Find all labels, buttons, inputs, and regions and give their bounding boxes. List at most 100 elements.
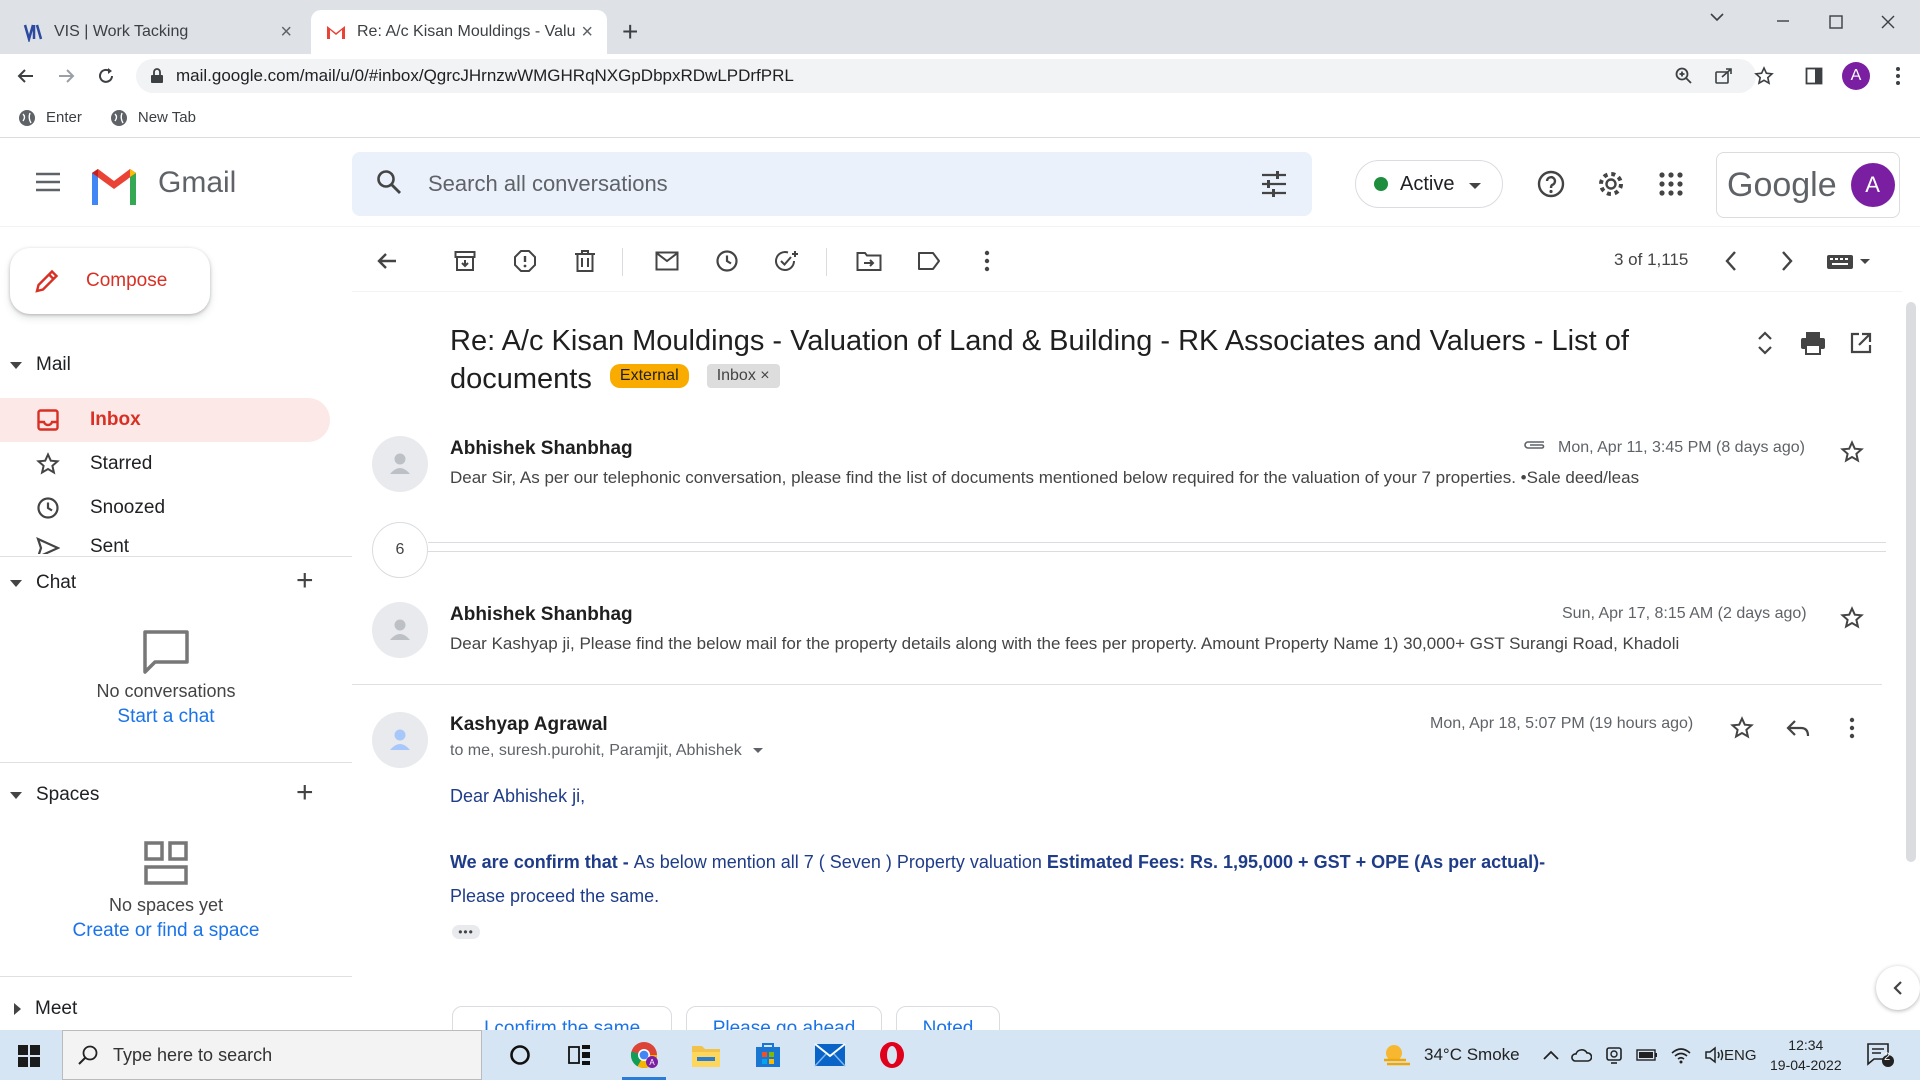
windows-start-icon[interactable] xyxy=(18,1045,40,1072)
input-language[interactable]: ENG xyxy=(1724,1030,1757,1080)
tab-gmail-thread[interactable]: Re: A/c Kisan Mouldings - Valuation of L… xyxy=(311,10,607,54)
new-space-plus-icon[interactable]: + xyxy=(296,776,322,810)
globe-icon xyxy=(19,109,35,126)
star-icon[interactable] xyxy=(1838,438,1866,466)
sidebar-item-starred[interactable]: Starred xyxy=(0,442,330,486)
label-tag-icon[interactable] xyxy=(916,248,942,274)
expand-all-icon[interactable] xyxy=(1750,328,1780,358)
status-dropdown[interactable]: Active xyxy=(1355,160,1503,208)
search-input[interactable]: Search all conversations xyxy=(428,171,668,197)
sender-name[interactable]: Kashyap Agrawal xyxy=(450,714,608,736)
more-options-icon[interactable] xyxy=(974,248,1000,274)
show-hidden-icons-chevron[interactable] xyxy=(1542,1030,1560,1080)
main-scrollbar[interactable] xyxy=(1902,292,1920,1030)
battery-icon[interactable] xyxy=(1636,1049,1658,1061)
compose-button[interactable]: Compose xyxy=(10,248,210,314)
print-icon[interactable] xyxy=(1798,328,1828,358)
bookmark-star-icon[interactable] xyxy=(1750,62,1778,90)
settings-gear-icon[interactable] xyxy=(1596,169,1626,199)
notification-center-icon[interactable]: 2 xyxy=(1866,1030,1894,1080)
volume-speaker-icon[interactable] xyxy=(1704,1046,1726,1064)
mail-app-icon[interactable] xyxy=(814,1039,846,1071)
minimize-icon[interactable] xyxy=(1774,10,1792,36)
reply-arrow-icon[interactable] xyxy=(1784,714,1812,742)
chevron-down-icon[interactable] xyxy=(1708,6,1726,32)
apps-grid-icon[interactable] xyxy=(1656,169,1686,199)
archive-icon[interactable] xyxy=(452,248,478,274)
opera-browser-icon[interactable] xyxy=(876,1039,908,1071)
input-tools-keyboard-icon[interactable] xyxy=(1824,248,1876,274)
meet-section-header[interactable]: Meet xyxy=(10,994,77,1024)
side-panel-icon[interactable] xyxy=(1800,62,1828,90)
mark-unread-mail-icon[interactable] xyxy=(654,248,680,274)
help-icon[interactable] xyxy=(1536,169,1566,199)
back-arrow-icon[interactable] xyxy=(12,62,40,90)
smart-reply-button[interactable]: I confirm the same xyxy=(452,1006,672,1030)
back-to-inbox-icon[interactable] xyxy=(374,248,400,274)
kebab-menu-icon[interactable] xyxy=(1884,62,1912,90)
show-trimmed-content-button[interactable]: ••• xyxy=(452,925,480,939)
file-explorer-icon[interactable] xyxy=(690,1039,722,1071)
url-omnibox[interactable]: mail.google.com/mail/u/0/#inbox/QgrcJHrn… xyxy=(136,59,1756,93)
reload-icon[interactable] xyxy=(92,62,120,90)
zoom-icon[interactable] xyxy=(1670,62,1698,90)
mail-section-header[interactable]: Mail xyxy=(10,350,71,380)
older-chevron-right-icon[interactable] xyxy=(1774,248,1800,274)
delete-trash-icon[interactable] xyxy=(572,248,598,274)
search-icon[interactable] xyxy=(376,169,402,200)
star-icon[interactable] xyxy=(1728,714,1756,742)
close-icon[interactable]: × xyxy=(581,21,593,44)
start-chat-link[interactable]: Start a chat xyxy=(0,706,332,728)
cortana-circle-icon[interactable] xyxy=(504,1039,536,1071)
open-new-window-icon[interactable] xyxy=(1846,328,1876,358)
star-icon[interactable] xyxy=(1838,604,1866,632)
google-account-button[interactable]: Google A xyxy=(1716,152,1900,218)
sidebar-item-inbox[interactable]: Inbox xyxy=(0,398,330,442)
forward-arrow-icon[interactable] xyxy=(52,62,80,90)
spaces-section-header[interactable]: Spaces xyxy=(10,780,99,810)
gmail-wordmark[interactable]: Gmail xyxy=(158,166,236,200)
message-more-icon[interactable] xyxy=(1838,714,1866,742)
onedrive-cloud-icon[interactable] xyxy=(1570,1047,1592,1063)
taskbar-search-box[interactable]: Type here to search xyxy=(62,1030,482,1080)
gmail-logo-icon[interactable] xyxy=(88,165,140,210)
create-space-link[interactable]: Create or find a space xyxy=(0,920,332,942)
newer-chevron-left-icon[interactable] xyxy=(1718,248,1744,274)
body-bold-fees: Estimated Fees: Rs. 1,95,000 + GST + OPE… xyxy=(1046,852,1546,872)
report-spam-icon[interactable] xyxy=(512,248,538,274)
main-menu-icon[interactable] xyxy=(34,171,62,198)
bookmark-new-tab[interactable]: New Tab xyxy=(110,109,196,127)
search-options-icon[interactable] xyxy=(1260,170,1288,203)
add-to-tasks-icon[interactable] xyxy=(774,248,800,274)
bookmark-enter[interactable]: Enter xyxy=(18,109,82,127)
meet-now-camera-icon[interactable] xyxy=(1604,1046,1624,1064)
inbox-label-chip[interactable]: Inbox × xyxy=(706,364,780,389)
move-to-folder-icon[interactable] xyxy=(856,248,882,274)
chat-section-header[interactable]: Chat xyxy=(10,568,76,598)
chrome-taskbar-icon[interactable]: A xyxy=(622,1039,666,1080)
status-label: Active xyxy=(1400,172,1455,195)
close-icon[interactable]: × xyxy=(280,21,292,44)
sidebar-item-sent[interactable]: Sent xyxy=(0,530,330,554)
new-chat-plus-icon[interactable]: + xyxy=(296,564,322,598)
tab-vis-work-tracking[interactable]: VIS | Work Tacking × xyxy=(8,10,306,54)
share-icon[interactable] xyxy=(1710,62,1738,90)
recipients-line[interactable]: to me, suresh.purohit, Paramjit, Abhishe… xyxy=(450,742,764,760)
smart-reply-button[interactable]: Please go ahead xyxy=(686,1006,882,1030)
side-panel-chevron-icon[interactable] xyxy=(1876,966,1920,1010)
maximize-icon[interactable] xyxy=(1828,10,1844,36)
browser-profile-avatar[interactable]: A xyxy=(1842,62,1870,90)
search-bar[interactable]: Search all conversations xyxy=(352,152,1312,216)
scrollbar-thumb[interactable] xyxy=(1906,302,1916,862)
snooze-clock-icon[interactable] xyxy=(714,248,740,274)
task-view-icon[interactable] xyxy=(564,1039,596,1071)
smart-reply-button[interactable]: Noted xyxy=(896,1006,1000,1030)
collapsed-count-button[interactable]: 6 xyxy=(372,522,428,578)
window-close-icon[interactable] xyxy=(1880,10,1896,36)
wifi-icon[interactable] xyxy=(1670,1046,1692,1064)
weather-widget[interactable]: 34°C Smoke xyxy=(1382,1030,1520,1080)
sidebar-item-snoozed[interactable]: Snoozed xyxy=(0,486,330,530)
new-tab-plus-icon[interactable]: + xyxy=(622,16,638,48)
microsoft-store-icon[interactable] xyxy=(752,1039,784,1071)
taskbar-clock[interactable]: 12:34 19-04-2022 xyxy=(1770,1035,1842,1075)
